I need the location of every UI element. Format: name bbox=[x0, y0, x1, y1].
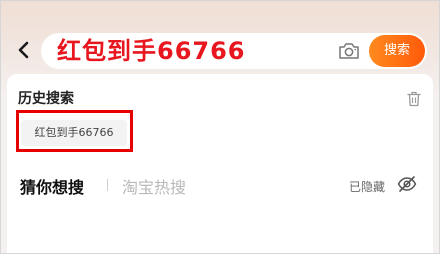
chevron-left-icon bbox=[18, 41, 29, 59]
tab-divider bbox=[107, 179, 108, 191]
search-input[interactable]: 红包到手66766 bbox=[57, 33, 246, 69]
history-title: 历史搜索 bbox=[18, 91, 74, 107]
eye-off-icon[interactable] bbox=[397, 175, 417, 193]
tab-taobao-hot[interactable]: 淘宝热搜 bbox=[122, 174, 186, 198]
search-bar[interactable]: 红包到手66766 搜索 bbox=[41, 33, 427, 69]
hidden-status-label: 已隐藏 bbox=[349, 180, 386, 194]
history-item[interactable]: 红包到手66766 bbox=[21, 120, 127, 146]
tab-guess-you-want[interactable]: 猜你想搜 bbox=[20, 174, 84, 198]
app-frame: 红包到手66766 搜索 历史搜索 红包到手66766 猜你想搜 淘宝热搜 已隐… bbox=[0, 0, 440, 254]
search-panel: 历史搜索 红包到手66766 猜你想搜 淘宝热搜 已隐藏 bbox=[7, 74, 433, 253]
search-button[interactable]: 搜索 bbox=[369, 35, 425, 67]
camera-icon bbox=[339, 43, 359, 59]
back-button[interactable] bbox=[11, 35, 35, 65]
camera-button[interactable] bbox=[337, 39, 361, 63]
trash-icon[interactable] bbox=[407, 91, 421, 107]
